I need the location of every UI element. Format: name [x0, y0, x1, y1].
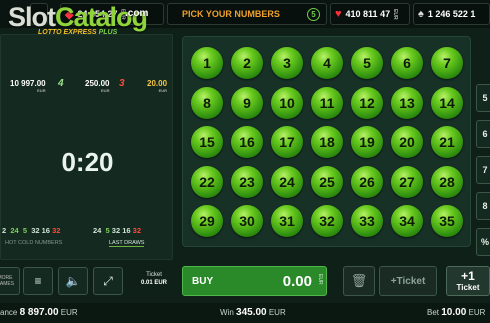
- number-ball[interactable]: 16: [231, 126, 263, 158]
- number-ball[interactable]: 9: [231, 86, 263, 119]
- number-ball[interactable]: 25: [311, 165, 343, 198]
- number-ball[interactable]: 26: [351, 165, 383, 198]
- side-button-8[interactable]: 8: [476, 192, 490, 220]
- side-button-6[interactable]: 6: [476, 120, 490, 148]
- bet: Bet 10.00 EUR: [427, 307, 486, 318]
- number-ball[interactable]: 31: [271, 205, 303, 237]
- tab-last-draws[interactable]: LAST DRAWS: [109, 240, 145, 247]
- jackpot-4-value: 1 246 522 1: [427, 9, 476, 19]
- jackpot-4: ♠ 1 246 522 1: [413, 3, 490, 25]
- buy-label: BUY: [192, 276, 214, 287]
- add-ticket-button[interactable]: +Ticket: [379, 266, 437, 296]
- stats-tabs: HOT COLD NUMBERS LAST DRAWS: [1, 237, 174, 249]
- number-ball[interactable]: 13: [391, 86, 423, 119]
- prize-ball-4: 4: [58, 78, 64, 89]
- side-button-5[interactable]: 5: [476, 84, 490, 112]
- sound-button[interactable]: 🔈: [58, 267, 88, 295]
- number-ball[interactable]: 22: [191, 165, 223, 198]
- clear-button[interactable]: 🗑: [343, 266, 375, 296]
- trash-icon: 🗑: [350, 273, 368, 288]
- number-ball[interactable]: 32: [311, 205, 343, 237]
- number-ball[interactable]: 5: [351, 47, 383, 79]
- plus-one-ticket-button[interactable]: +1 Ticket: [446, 266, 490, 296]
- number-ball[interactable]: 6: [391, 47, 423, 79]
- game-screen: ◆ 24 854 27 EUR PICK YOUR NUMBERS 5 ♥ 41…: [0, 0, 490, 323]
- number-ball[interactable]: 21: [431, 126, 463, 158]
- number-ball[interactable]: 14: [431, 86, 463, 119]
- menu-icon: ≡: [34, 274, 42, 288]
- win: Win 345.00 EUR: [220, 307, 286, 318]
- number-ball[interactable]: 17: [271, 126, 303, 158]
- last-draw-row-a: 2 24 5 32 16 32: [2, 226, 61, 235]
- number-ball[interactable]: 11: [311, 86, 343, 119]
- number-ball[interactable]: 12: [351, 86, 383, 119]
- prize-row: 10 997.00 EUR 4 250.00 EUR 3 20.00 EUR: [1, 75, 174, 97]
- heart-icon: ♥: [335, 8, 342, 20]
- prize-ball-3: 3: [119, 78, 125, 89]
- prize-2: 250.00 EUR: [85, 79, 110, 93]
- number-ball[interactable]: 27: [391, 165, 423, 198]
- expand-icon: ⤢: [103, 273, 113, 288]
- jackpot-3-value: 410 811 47: [345, 9, 391, 19]
- buy-currency: EUR: [317, 274, 323, 285]
- number-ball[interactable]: 18: [311, 126, 343, 158]
- number-ball[interactable]: 8: [191, 86, 223, 119]
- number-grid: 1 2 3 4 5 6 7 8 9 10 11 12 13 14 15 16 17 18 19 20 21 22 23 24 2…: [182, 36, 471, 247]
- side-button-7[interactable]: 7: [476, 156, 490, 184]
- speaker-icon: 🔈: [65, 274, 81, 288]
- ticket-info: Ticket 0.01 EUR: [140, 272, 167, 286]
- number-ball[interactable]: 3: [271, 47, 303, 79]
- number-ball[interactable]: 30: [231, 205, 263, 237]
- fullscreen-button[interactable]: ⤢: [93, 267, 123, 295]
- jackpot-3: ♥ 410 811 47 EUR: [330, 3, 410, 25]
- countdown-timer: 0:20: [61, 147, 114, 177]
- number-ball[interactable]: 29: [191, 205, 223, 237]
- spade-icon: ♠: [418, 8, 424, 20]
- buy-amount: 0.00: [282, 273, 312, 290]
- game-brand: LOTTO EXPRESS PLUS: [38, 29, 118, 36]
- pick-numbers-label: PICK YOUR NUMBERS: [182, 9, 280, 19]
- number-ball[interactable]: 24: [271, 165, 303, 198]
- number-ball[interactable]: 2: [231, 47, 263, 79]
- prize-1: 10 997.00 EUR: [10, 79, 46, 93]
- tab-hot-cold[interactable]: HOT COLD NUMBERS: [5, 240, 62, 246]
- number-ball[interactable]: 10: [271, 86, 303, 119]
- number-ball[interactable]: 28: [431, 165, 463, 198]
- status-footer: ance 8 897.00 EUR Win 345.00 EUR Bet 10.…: [0, 303, 490, 323]
- number-ball[interactable]: 15: [191, 126, 223, 158]
- number-ball[interactable]: 34: [391, 205, 423, 237]
- prize-3: 20.00 EUR: [147, 79, 168, 93]
- number-ball[interactable]: 7: [431, 47, 463, 79]
- buy-button[interactable]: BUY 0.00 EUR: [182, 266, 327, 296]
- number-ball[interactable]: 4: [311, 47, 343, 79]
- menu-button[interactable]: ≡: [23, 267, 53, 295]
- number-ball[interactable]: 33: [351, 205, 383, 237]
- more-games-button[interactable]: MORE GAMES: [0, 267, 20, 295]
- number-ball[interactable]: 35: [431, 205, 463, 237]
- last-draw-row-b: 24 5 32 16 32: [93, 226, 141, 235]
- number-ball[interactable]: 23: [231, 165, 263, 198]
- balance: ance 8 897.00 EUR: [0, 307, 78, 318]
- number-ball[interactable]: 20: [391, 126, 423, 158]
- pick-numbers-banner: PICK YOUR NUMBERS 5: [167, 3, 327, 25]
- side-button-percent[interactable]: %: [476, 228, 490, 256]
- number-ball[interactable]: 19: [351, 126, 383, 158]
- number-ball[interactable]: 1: [191, 47, 223, 79]
- pick-count: 5: [307, 8, 320, 21]
